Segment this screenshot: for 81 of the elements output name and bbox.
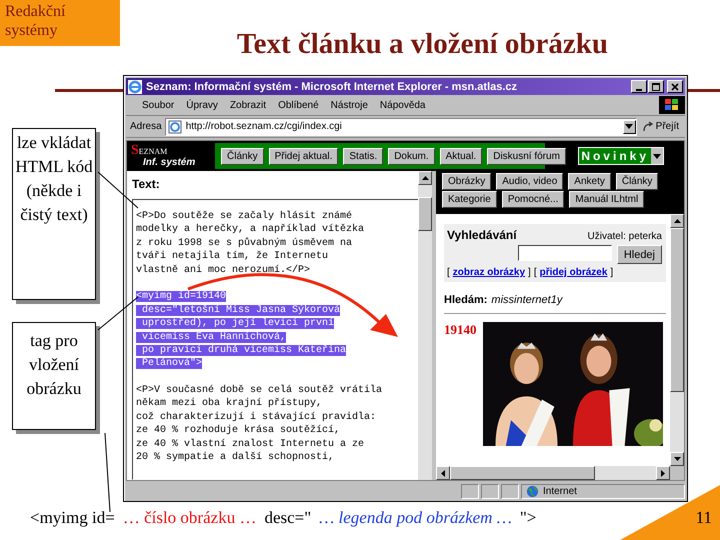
nav-button[interactable]: Diskusní fórum bbox=[487, 148, 566, 164]
search-title: Vyhledávání bbox=[447, 228, 517, 242]
status-panel bbox=[501, 484, 519, 498]
scrollbar[interactable] bbox=[418, 171, 432, 480]
nav-button[interactable]: Články bbox=[221, 148, 264, 164]
scroll-thumb[interactable] bbox=[450, 466, 595, 480]
window-title: Seznam: Informační systém - Microsoft Internet Explorer - msn.atlas.cz bbox=[146, 80, 518, 92]
close-button[interactable] bbox=[667, 80, 683, 93]
menu-item[interactable]: Úpravy bbox=[180, 100, 224, 110]
query-label: Hledám: bbox=[444, 294, 488, 306]
code-paragraph: <P>Do soutěže se začaly hlásit známé modelky a herečky, a například vítězka z roku 1998 se s půvabným úsměvem na tváři netajila tím, že Internetu vlastně ani moc nerozumí.</P> bbox=[136, 210, 366, 277]
menu-item[interactable]: Oblíbené bbox=[272, 100, 325, 110]
minimize-icon bbox=[636, 88, 642, 90]
code-paragraph: <P>V současné době se celá soutěž vrátila někam mezi oba krajní přístupy, což charakterizují i stávající pravidla: ze 40 % rozhoduje krása soutěžící, ze 40 % vlastní znalost Internetu a ze 20 % sympatie a další schopnosti, bbox=[136, 384, 384, 464]
address-label: Adresa bbox=[130, 121, 162, 132]
dropdown-arrow-icon bbox=[625, 124, 634, 129]
go-button[interactable]: Přejít bbox=[640, 120, 681, 132]
tool-button[interactable]: Články bbox=[616, 173, 658, 190]
bracket-text: ] bbox=[610, 267, 614, 278]
text-area[interactable] bbox=[132, 199, 418, 480]
scroll-down-icon bbox=[674, 457, 680, 461]
search-button[interactable]: Hledej bbox=[616, 245, 662, 264]
scrollbar[interactable] bbox=[436, 466, 670, 480]
query-text: missinternet1y bbox=[491, 294, 562, 306]
scroll-left-icon bbox=[441, 470, 445, 476]
scrollbar[interactable] bbox=[670, 214, 684, 466]
globe-icon bbox=[526, 484, 539, 498]
field-label: Text: bbox=[132, 177, 161, 193]
link[interactable]: zobraz obrázky bbox=[452, 267, 526, 278]
bracket-text: [ bbox=[534, 267, 537, 278]
tool-button[interactable]: Audio, video bbox=[496, 173, 564, 190]
corner-label: Redakční systémy bbox=[0, 0, 120, 46]
browser-icon bbox=[128, 80, 142, 94]
id-hint-text: … číslo obrázku … bbox=[122, 508, 256, 528]
tool-button[interactable]: Obrázky bbox=[442, 173, 492, 190]
scroll-up-icon bbox=[422, 176, 428, 180]
tag-syntax-text: "> bbox=[520, 508, 536, 528]
scroll-up-icon bbox=[674, 219, 680, 223]
menu-item[interactable]: Nápověda bbox=[374, 100, 432, 110]
tool-button[interactable]: Kategorie bbox=[442, 191, 497, 208]
section-select[interactable]: Novinky bbox=[578, 147, 664, 165]
status-zone: Internet bbox=[543, 486, 577, 496]
menu-item[interactable]: Zobrazit bbox=[224, 100, 272, 110]
windows-logo-icon bbox=[659, 96, 685, 114]
maximize-icon bbox=[652, 82, 660, 90]
tool-button[interactable]: Pomocné... bbox=[502, 191, 564, 208]
search-field[interactable] bbox=[518, 245, 612, 261]
scroll-right-icon bbox=[661, 470, 665, 476]
user-label: Uživatel: peterka bbox=[588, 231, 662, 242]
image-id: 19140 bbox=[444, 322, 476, 339]
dropdown-arrow-icon bbox=[653, 154, 661, 158]
tag-syntax-text: <myimg id= bbox=[30, 508, 115, 528]
tool-button[interactable]: Ankety bbox=[568, 173, 611, 190]
status-panel bbox=[461, 484, 479, 498]
page-icon bbox=[168, 120, 182, 134]
page-number: 11 bbox=[696, 508, 712, 528]
tool-button[interactable]: Manuál ILhtml bbox=[569, 191, 644, 208]
link[interactable]: přidej obrázek bbox=[540, 267, 608, 278]
code-paragraph: <myimg id=19140 desc="letošní Miss Jasna Sýkorová uprostřed), po její levici první vicemiss Eva Hannichová, po pravici druhá vicemiss Kateřina Pelánová"> bbox=[136, 290, 348, 371]
address-field[interactable]: http://robot.seznam.cz/cgi/index.cgi bbox=[164, 118, 637, 136]
scroll-thumb[interactable] bbox=[670, 228, 684, 392]
site-logo: SEZNAM bbox=[131, 144, 168, 156]
logo-subtitle: Inf. systém bbox=[142, 156, 196, 168]
tag-syntax-text: desc=" bbox=[264, 508, 312, 528]
slide-title: Text článku a vložení obrázku bbox=[236, 28, 610, 61]
desc-hint-text: … legenda pod obrázkem … bbox=[319, 508, 512, 528]
nav-button[interactable]: Statis. bbox=[343, 148, 384, 164]
bracket-text: ] bbox=[528, 267, 531, 278]
minimize-button[interactable] bbox=[631, 80, 647, 93]
bracket-text: [ bbox=[447, 267, 450, 278]
menu-item[interactable]: Soubor bbox=[136, 100, 180, 110]
dropdown-button[interactable] bbox=[622, 120, 636, 134]
scroll-thumb[interactable] bbox=[418, 197, 432, 231]
status-panel bbox=[481, 484, 499, 498]
maximize-button[interactable] bbox=[648, 80, 664, 93]
nav-button[interactable]: Dokum. bbox=[388, 148, 435, 164]
close-icon bbox=[671, 82, 679, 90]
nav-button[interactable]: Přidej aktual. bbox=[268, 148, 338, 164]
nav-button[interactable]: Aktual. bbox=[440, 148, 482, 164]
menu-item[interactable]: Nástroje bbox=[324, 100, 374, 110]
arrow-icon bbox=[642, 120, 654, 132]
